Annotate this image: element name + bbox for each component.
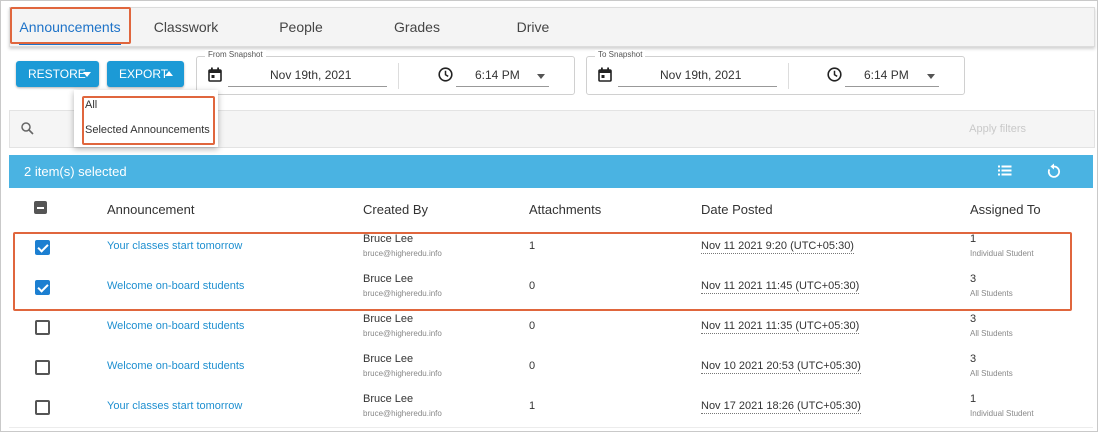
from-date-value[interactable]: Nov 19th, 2021: [270, 68, 351, 82]
tab-people[interactable]: People: [266, 8, 336, 46]
attachments-count: 1: [529, 400, 536, 412]
date-posted: Nov 11 2021 11:35 (UTC+05:30): [701, 320, 860, 334]
tab-highlight-box: [10, 7, 131, 44]
assigned-count: 1: [970, 393, 977, 405]
to-date-value[interactable]: Nov 19th, 2021: [660, 68, 741, 82]
assigned-count: 3: [970, 313, 977, 325]
date-posted: Nov 17 2021 18:26 (UTC+05:30): [701, 400, 861, 414]
clock-icon[interactable]: [827, 67, 842, 82]
column-header-created-by[interactable]: Created By: [363, 202, 428, 217]
tab-drive[interactable]: Drive: [505, 8, 561, 46]
announcement-link[interactable]: Your classes start tomorrow: [107, 400, 242, 412]
select-all-checkbox[interactable]: [34, 201, 47, 214]
author-name: Bruce Lee: [363, 353, 414, 365]
author-email: bruce@higheredu.info: [363, 409, 442, 418]
selected-rows-highlight-box: [13, 232, 1072, 311]
assigned-label: All Students: [970, 369, 1013, 378]
divider: [398, 63, 399, 89]
from-snapshot-legend: From Snapshot: [205, 50, 266, 59]
row-checkbox[interactable]: [35, 360, 50, 375]
chevron-up-icon: [165, 71, 173, 76]
tab-bar: Announcements Classwork People Grades Dr…: [9, 7, 1095, 47]
from-snapshot-group: From Snapshot Nov 19th, 2021 6:14 PM: [196, 50, 575, 95]
time-dropdown-caret-icon[interactable]: [927, 74, 935, 79]
column-header-date-posted[interactable]: Date Posted: [701, 202, 773, 217]
time-dropdown-caret-icon[interactable]: [537, 74, 545, 79]
clock-icon[interactable]: [438, 67, 453, 82]
calendar-icon[interactable]: [208, 67, 222, 82]
row-checkbox[interactable]: [35, 400, 50, 415]
table-header: Announcement Created By Attachments Date…: [9, 188, 1093, 229]
table-row[interactable]: Welcome on-board students Bruce Lee bruc…: [9, 347, 1093, 388]
selection-bar: 2 item(s) selected: [9, 155, 1093, 188]
table-row[interactable]: Welcome on-board students Bruce Lee bruc…: [9, 307, 1093, 348]
apply-filters-button[interactable]: Apply filters: [969, 123, 1026, 135]
tab-label: Classwork: [153, 19, 219, 35]
tab-label: People: [279, 19, 323, 35]
tab-label: Drive: [516, 19, 550, 35]
from-time-value[interactable]: 6:14 PM: [475, 68, 520, 82]
export-button[interactable]: EXPORT: [107, 61, 184, 87]
author-email: bruce@higheredu.info: [363, 369, 442, 378]
author-name: Bruce Lee: [363, 313, 414, 325]
date-posted: Nov 10 2021 20:53 (UTC+05:30): [701, 360, 861, 374]
refresh-icon[interactable]: [1047, 163, 1061, 179]
list-icon[interactable]: [998, 165, 1012, 176]
menu-highlight-box: [82, 96, 215, 145]
column-header-announcement[interactable]: Announcement: [107, 202, 194, 217]
selection-count: 2 item(s) selected: [24, 164, 127, 179]
from-time-underline: [456, 86, 549, 87]
to-snapshot-legend: To Snapshot: [595, 50, 646, 59]
assigned-label: All Students: [970, 329, 1013, 338]
row-checkbox[interactable]: [35, 320, 50, 335]
attachments-count: 0: [529, 360, 536, 372]
to-time-underline: [845, 86, 939, 87]
author-name: Bruce Lee: [363, 393, 414, 405]
column-header-attachments[interactable]: Attachments: [529, 202, 601, 217]
announcement-link[interactable]: Welcome on-board students: [107, 360, 244, 372]
search-icon[interactable]: [21, 122, 34, 135]
column-header-assigned-to[interactable]: Assigned To: [970, 202, 1041, 217]
to-snapshot-group: To Snapshot Nov 19th, 2021 6:14 PM: [586, 50, 965, 95]
divider: [788, 63, 789, 89]
assigned-label: Individual Student: [970, 409, 1034, 418]
export-dropdown-menu: All Selected Announcements: [74, 90, 218, 147]
export-label: EXPORT: [119, 67, 169, 81]
to-date-underline: [618, 86, 777, 87]
author-email: bruce@higheredu.info: [363, 329, 442, 338]
tab-grades[interactable]: Grades: [384, 8, 450, 46]
to-time-value[interactable]: 6:14 PM: [864, 68, 909, 82]
tab-label: Grades: [394, 19, 440, 35]
restore-label: RESTORE: [28, 67, 86, 81]
assigned-count: 3: [970, 353, 977, 365]
tab-announcements[interactable]: Announcements: [10, 7, 131, 46]
calendar-icon[interactable]: [598, 67, 612, 82]
attachments-count: 0: [529, 320, 536, 332]
from-date-underline: [228, 86, 387, 87]
tab-classwork[interactable]: Classwork: [143, 8, 229, 46]
chevron-down-icon: [83, 72, 91, 77]
restore-button[interactable]: RESTORE: [16, 61, 99, 87]
table-row[interactable]: Your classes start tomorrow Bruce Lee br…: [9, 387, 1093, 428]
announcement-link[interactable]: Welcome on-board students: [107, 320, 244, 332]
